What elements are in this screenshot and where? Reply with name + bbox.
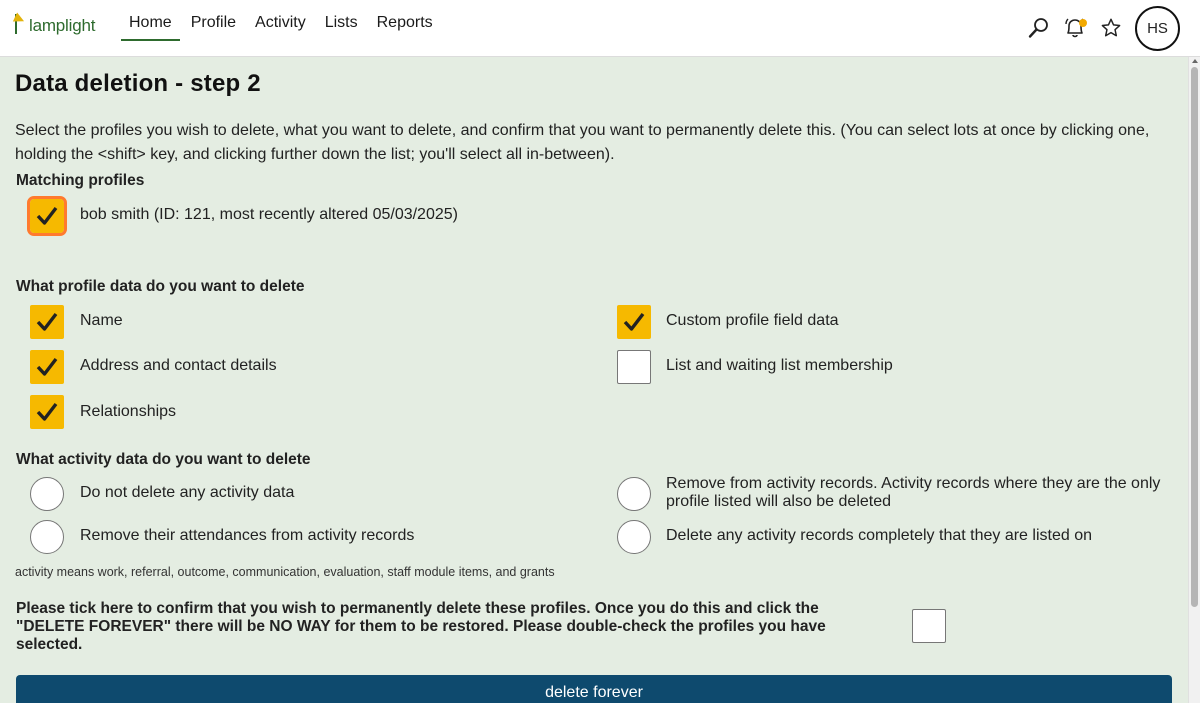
label-delete-records-completely: Delete any activity records completely t…: [666, 527, 1092, 544]
label-custom-profile-fields: Custom profile field data: [666, 312, 839, 329]
delete-forever-button[interactable]: delete forever: [16, 675, 1172, 703]
label-address-contact: Address and contact details: [80, 357, 277, 374]
radio-delete-records-completely[interactable]: [617, 520, 651, 554]
nav-profile[interactable]: Profile: [183, 0, 244, 41]
checkmark-icon: [36, 357, 58, 376]
main-nav: Home Profile Activity Lists Reports: [121, 0, 444, 41]
profile-data-label: What profile data do you want to delete: [16, 278, 305, 295]
checkmark-icon: [36, 312, 58, 331]
radio-remove-attendances[interactable]: [30, 520, 64, 554]
nav-lists[interactable]: Lists: [317, 0, 366, 41]
label-remove-attendances: Remove their attendances from activity r…: [80, 527, 415, 544]
notification-dot: [1079, 19, 1087, 27]
radio-remove-from-records[interactable]: [617, 477, 651, 511]
label-list-membership: List and waiting list membership: [666, 357, 893, 374]
user-avatar[interactable]: HS: [1135, 5, 1180, 51]
header-icons: HS: [1021, 5, 1180, 51]
scrollbar-thumb[interactable]: [1191, 67, 1198, 607]
scroll-up-icon[interactable]: [1192, 59, 1198, 63]
checkbox-custom-profile-fields[interactable]: [617, 305, 651, 339]
checkmark-icon: [36, 206, 58, 225]
confirm-delete-checkbox[interactable]: [912, 609, 946, 643]
checkmark-icon: [623, 312, 645, 331]
profile-label-bob-smith: bob smith (ID: 121, most recently altere…: [80, 206, 458, 223]
radio-no-activity-delete[interactable]: [30, 477, 64, 511]
search-icon[interactable]: [1021, 10, 1057, 46]
top-navigation-bar: lamplight Home Profile Activity Lists Re…: [0, 0, 1200, 57]
activity-note: activity means work, referral, outcome, …: [15, 565, 555, 579]
intro-text: Select the profiles you wish to delete, …: [15, 122, 1150, 163]
page-title: Data deletion - step 2: [15, 70, 261, 97]
label-remove-from-records: Remove from activity records. Activity r…: [666, 475, 1161, 510]
confirm-warning-text: Please tick here to confirm that you wis…: [16, 600, 826, 653]
label-no-activity-delete: Do not delete any activity data: [80, 484, 295, 501]
lamp-logo-icon: [12, 12, 27, 34]
nav-activity[interactable]: Activity: [247, 0, 314, 41]
label-name: Name: [80, 312, 123, 329]
checkmark-icon: [36, 402, 58, 421]
matching-profiles-label: Matching profiles: [16, 172, 145, 189]
lamplight-logo[interactable]: lamplight: [12, 10, 96, 36]
activity-data-label: What activity data do you want to delete: [16, 451, 311, 468]
nav-home[interactable]: Home: [121, 0, 180, 41]
checkbox-name[interactable]: [30, 305, 64, 339]
label-relationships: Relationships: [80, 403, 177, 420]
profile-checkbox-bob-smith[interactable]: [27, 196, 67, 236]
checkbox-address-contact[interactable]: [30, 350, 64, 384]
star-icon[interactable]: [1093, 10, 1129, 46]
nav-reports[interactable]: Reports: [369, 0, 441, 41]
logo-text: lamplight: [29, 16, 96, 35]
checkbox-relationships[interactable]: [30, 395, 64, 429]
vertical-scrollbar[interactable]: [1188, 57, 1200, 703]
checkbox-list-membership[interactable]: [617, 350, 651, 384]
bell-icon[interactable]: [1057, 10, 1093, 46]
